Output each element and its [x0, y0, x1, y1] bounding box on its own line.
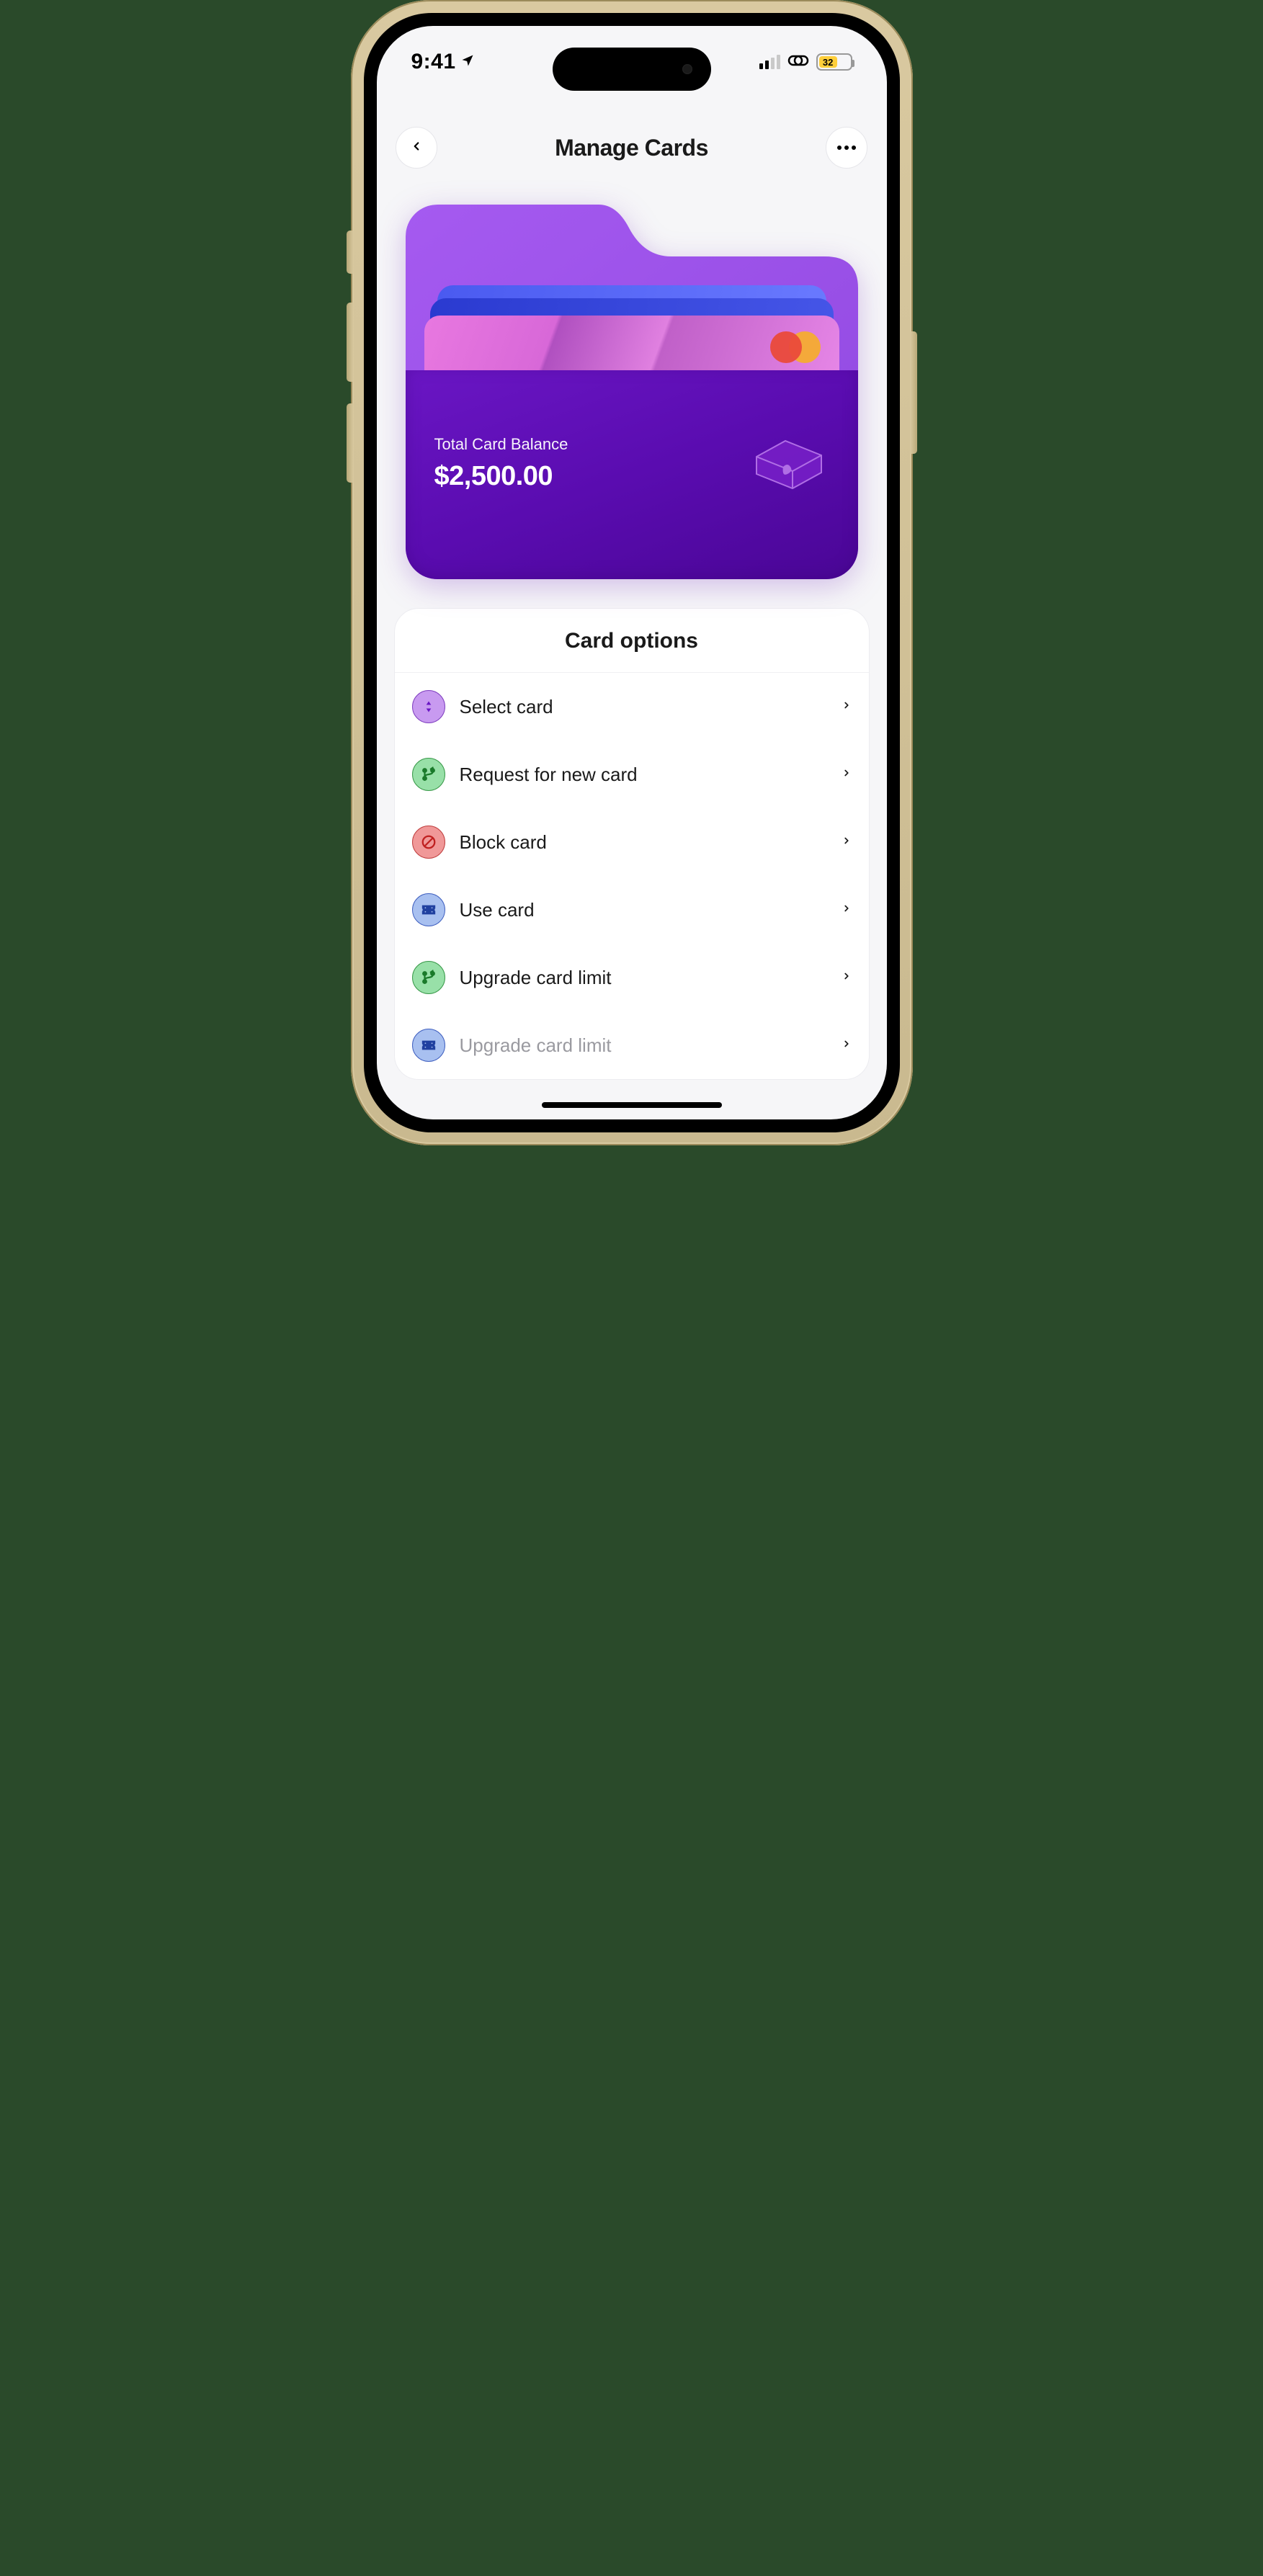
page-title: Manage Cards — [555, 135, 708, 161]
ticket-icon — [412, 893, 445, 926]
option-row[interactable]: Request for new card — [395, 741, 869, 808]
more-button[interactable] — [826, 127, 867, 169]
status-time: 9:41 — [411, 50, 456, 74]
mastercard-icon — [770, 331, 821, 363]
cellular-icon — [759, 55, 780, 69]
power-button — [910, 331, 917, 454]
battery-level: 32 — [823, 57, 833, 68]
option-label: Use card — [460, 899, 827, 921]
option-label: Select card — [460, 696, 827, 718]
branch-icon — [412, 758, 445, 791]
branch-icon — [412, 961, 445, 994]
ellipsis-icon — [836, 141, 857, 154]
option-label: Upgrade card limit — [460, 1034, 827, 1057]
ticket-icon — [412, 1029, 445, 1062]
battery-icon: 32 — [816, 53, 852, 71]
chevron-left-icon — [410, 140, 423, 156]
options-title: Card options — [395, 609, 869, 673]
option-label: Request for new card — [460, 764, 827, 786]
screen: 9:41 32 — [377, 26, 887, 1119]
wallet-icon — [746, 413, 832, 500]
option-label: Upgrade card limit — [460, 967, 827, 989]
folder-front: Total Card Balance $2,500.00 — [406, 370, 858, 579]
option-row[interactable]: Upgrade card limit — [395, 1011, 869, 1079]
option-row[interactable]: Upgrade card limit — [395, 944, 869, 1011]
chevron-right-icon — [842, 836, 852, 849]
wallet-card[interactable]: Total Card Balance $2,500.00 — [406, 205, 858, 579]
dynamic-island — [553, 48, 711, 91]
chevron-right-icon — [842, 903, 852, 917]
phone-frame: 9:41 32 — [351, 0, 913, 1145]
option-row[interactable]: Block card — [395, 808, 869, 876]
silent-switch — [347, 231, 354, 274]
card-options-panel: Card options Select card Request for new … — [394, 608, 870, 1080]
location-icon — [460, 53, 475, 71]
chevron-right-icon — [842, 1039, 852, 1052]
volume-up-button — [347, 303, 354, 382]
chevron-right-icon — [842, 700, 852, 714]
chevron-right-icon — [842, 768, 852, 782]
block-icon — [412, 826, 445, 859]
volume-down-button — [347, 403, 354, 483]
option-row[interactable]: Select card — [395, 673, 869, 741]
nav-bar: Manage Cards — [377, 105, 887, 183]
option-row[interactable]: Use card — [395, 876, 869, 944]
sort-icon — [412, 690, 445, 723]
back-button[interactable] — [396, 127, 437, 169]
home-indicator[interactable] — [542, 1102, 722, 1108]
link-icon — [787, 53, 809, 71]
option-label: Block card — [460, 831, 827, 854]
chevron-right-icon — [842, 971, 852, 985]
